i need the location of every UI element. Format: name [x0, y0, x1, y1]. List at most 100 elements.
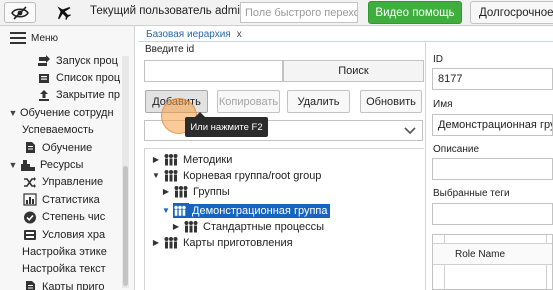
id-field[interactable]: 8177 [432, 68, 553, 90]
check-circle-icon [22, 210, 38, 224]
tree-expand-arrow-icon[interactable]: ▼ [151, 171, 161, 180]
sidebar-item[interactable]: ▼ Обучение сотрудн [0, 104, 122, 121]
sidebar-item-label: Настройка этике [22, 245, 107, 258]
sidebar-item-label: Ресурсы [40, 159, 84, 172]
sidebar-list: Запуск проц Список проц Закрытие пр ▼ Обучен… [0, 52, 122, 290]
tree-expand-arrow-icon[interactable]: ▼ [161, 206, 171, 215]
roles-table: Role Name [432, 234, 553, 290]
video-help-button[interactable]: Видео помощь [368, 1, 462, 24]
sidebar-item[interactable]: Статистика [0, 191, 122, 208]
expand-arrow-icon[interactable]: ▼ [8, 108, 18, 118]
description-label: Описание [433, 144, 480, 155]
selected-tags-label: Выбранные теги [433, 188, 510, 199]
tree-node[interactable]: ▶ Стандартные процессы [171, 219, 324, 234]
bar-chart-icon [22, 193, 38, 207]
sidebar-item-label: Карты приго [42, 280, 105, 290]
tree-node-label: Корневая группа/root group [183, 169, 322, 182]
sidebar-item[interactable]: Карты приго [0, 278, 122, 290]
tree-node[interactable]: ▶ Карты приготовления [151, 235, 293, 250]
sidebar-item[interactable]: Обучение [0, 139, 122, 156]
tree-node-label: Стандартные процессы [203, 220, 325, 233]
delete-button[interactable]: Удалить [287, 90, 350, 113]
sidebar-scrollbar[interactable] [122, 56, 129, 288]
chevron-down-icon [404, 124, 416, 138]
sidebar-item[interactable]: Список проц [0, 69, 122, 86]
tree-expand-arrow-icon[interactable]: ▶ [161, 187, 171, 196]
sidebar-item-label: Статистика [42, 193, 100, 206]
tree-expand-arrow-icon[interactable]: ▶ [151, 155, 161, 164]
tree-node-label: Демонстрационная группа [189, 203, 331, 218]
process-list-icon [36, 71, 52, 85]
roles-table-header: Role Name [433, 243, 552, 265]
tree-node[interactable]: ▶ Группы [161, 184, 230, 199]
eye-slash-icon [11, 5, 29, 20]
tree-node-label: Методики [183, 153, 233, 166]
visibility-toggle-button[interactable] [4, 2, 36, 23]
role-name-column-header[interactable]: Role Name [455, 249, 505, 260]
sidebar-item[interactable]: Настройка этике [0, 243, 122, 260]
tree-node-label: Карты приготовления [183, 236, 293, 249]
storage-icon [22, 228, 38, 242]
sidebar-item[interactable]: Настройка текст [0, 261, 122, 278]
shuffle-icon [22, 175, 38, 189]
sidebar-item-label: Успеваемость [22, 124, 94, 137]
group-icon [163, 169, 179, 182]
id-input[interactable] [144, 60, 283, 82]
expand-arrow-icon[interactable]: ▼ [8, 160, 18, 170]
sidebar-item-label: Обучение [42, 141, 93, 154]
plane-button[interactable] [40, 0, 86, 24]
top-bar: Текущий пользователь admin Видео помощь … [0, 0, 553, 26]
sidebar-item-label: Обучение сотрудн [20, 106, 114, 119]
sidebar-item[interactable]: Закрытие пр [0, 87, 122, 104]
tree-expand-arrow-icon[interactable]: ▶ [151, 238, 161, 247]
closing-icon [36, 88, 52, 102]
hamburger-icon [10, 32, 26, 44]
group-icon [173, 203, 189, 218]
search-button[interactable]: Поиск [283, 60, 424, 82]
tooltip: Или нажмите F2 [185, 112, 268, 137]
sidebar-item[interactable]: Успеваемость [0, 122, 122, 139]
plane-icon [57, 6, 72, 21]
sidebar-item-label: Запуск проц [56, 54, 118, 67]
group-icon [163, 236, 179, 249]
resources-icon [20, 158, 36, 172]
enter-id-label: Введите id [145, 44, 195, 55]
tab-strip: Базовая иерархия x [138, 26, 553, 42]
tree-node[interactable]: ▼ Корневая группа/root group [151, 168, 321, 183]
long-term-button[interactable]: Долгосрочное [470, 1, 553, 24]
scrollbar-thumb[interactable] [123, 166, 128, 286]
quick-search-input[interactable] [240, 2, 358, 23]
sidebar-item-label: Условия хра [42, 228, 106, 241]
sidebar: Меню Запуск проц Список проц Закрытие пр ▼ О… [0, 26, 135, 290]
sidebar-item-label: Управление [42, 176, 104, 189]
menu-label: Меню [31, 32, 59, 44]
tab-label: Базовая иерархия [146, 28, 231, 40]
group-icon [173, 185, 189, 198]
sidebar-item[interactable]: Управление [0, 174, 122, 191]
copy-button[interactable]: Копировать [217, 90, 280, 113]
sidebar-item-label: Закрытие пр [56, 89, 121, 102]
name-label: Имя [433, 99, 453, 110]
tab-base-hierarchy[interactable]: Базовая иерархия x [146, 27, 242, 41]
menu-toggle[interactable]: Меню [10, 32, 58, 44]
sidebar-item[interactable]: Степень чис [0, 209, 122, 226]
sidebar-item[interactable]: Условия хра [0, 226, 122, 243]
document-icon [22, 141, 38, 155]
description-field[interactable] [432, 158, 553, 180]
current-user-label: Текущий пользователь admin [90, 5, 247, 17]
sidebar-item-label: Степень чис [42, 211, 106, 224]
group-icon [183, 220, 199, 233]
tree-expand-arrow-icon[interactable]: ▶ [171, 222, 181, 231]
id-label: ID [433, 54, 443, 65]
tree-node-label: Группы [193, 185, 230, 198]
close-icon[interactable]: x [237, 29, 242, 40]
tree-node[interactable]: ▼ Демонстрационная группа [161, 203, 331, 218]
name-field[interactable]: Демонстрационная груп [432, 114, 553, 136]
sidebar-item[interactable]: Запуск проц [0, 52, 122, 69]
tree-node[interactable]: ▶ Методики [151, 152, 232, 167]
sidebar-item-label: Настройка текст [22, 263, 106, 276]
selected-tags-field[interactable] [432, 203, 553, 225]
document-icon [22, 280, 38, 290]
update-button[interactable]: Обновить [360, 90, 422, 113]
sidebar-item[interactable]: ▼ Ресурсы [0, 156, 122, 173]
